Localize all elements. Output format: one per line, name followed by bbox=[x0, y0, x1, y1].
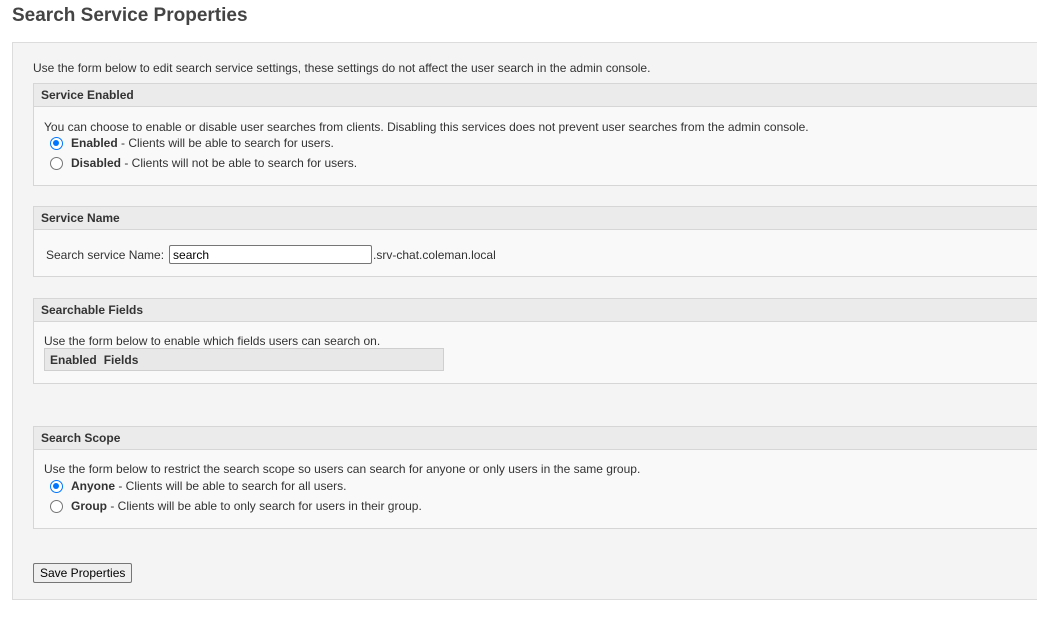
option-label: Enabled bbox=[71, 136, 118, 150]
service-enabled-section: Service Enabled You can choose to enable… bbox=[33, 83, 1037, 186]
anyone-option[interactable]: Anyone - Clients will be able to search … bbox=[50, 479, 346, 493]
save-properties-button[interactable]: Save Properties bbox=[33, 563, 133, 583]
option-description: - Clients will be able to search for all… bbox=[115, 479, 347, 493]
service-name-row: Search service Name: .srv-chat.coleman.l… bbox=[46, 245, 496, 264]
enabled-radio[interactable] bbox=[50, 136, 63, 150]
option-description: - Clients will not be able to search for… bbox=[121, 156, 358, 170]
fields-table-header: Enabled Fields bbox=[44, 348, 444, 371]
service-name-section: Service Name Search service Name: .srv-c… bbox=[33, 206, 1037, 277]
section-description: You can choose to enable or disable user… bbox=[44, 120, 809, 134]
option-label: Group bbox=[71, 499, 107, 513]
searchable-fields-section: Searchable Fields Use the form below to … bbox=[33, 298, 1037, 384]
section-header: Searchable Fields bbox=[34, 299, 1037, 322]
enabled-option[interactable]: Enabled - Clients will be able to search… bbox=[50, 136, 334, 150]
page-title: Search Service Properties bbox=[12, 5, 248, 26]
disabled-radio[interactable] bbox=[50, 156, 63, 170]
search-scope-section: Search Scope Use the form below to restr… bbox=[33, 426, 1037, 529]
option-description: - Clients will be able to search for use… bbox=[117, 136, 334, 150]
group-radio[interactable] bbox=[50, 499, 63, 513]
section-header: Search Scope bbox=[34, 427, 1037, 450]
service-name-label: Search service Name: bbox=[46, 247, 165, 262]
group-option[interactable]: Group - Clients will be able to only sea… bbox=[50, 499, 422, 513]
option-description: - Clients will be able to only search fo… bbox=[107, 499, 422, 513]
service-name-input[interactable] bbox=[169, 245, 373, 264]
section-header: Service Enabled bbox=[34, 84, 1037, 107]
section-description: Use the form below to enable which field… bbox=[44, 334, 381, 348]
section-header: Service Name bbox=[34, 207, 1037, 230]
anyone-radio[interactable] bbox=[50, 479, 63, 493]
column-header-fields: Fields bbox=[103, 352, 139, 367]
domain-suffix: .srv-chat.coleman.local bbox=[373, 247, 496, 262]
option-label: Disabled bbox=[71, 156, 122, 170]
disabled-option[interactable]: Disabled - Clients will not be able to s… bbox=[50, 156, 357, 170]
intro-text: Use the form below to edit search servic… bbox=[33, 61, 651, 75]
section-description: Use the form below to restrict the searc… bbox=[44, 462, 641, 476]
column-header-enabled: Enabled bbox=[50, 352, 97, 367]
option-label: Anyone bbox=[71, 479, 116, 493]
